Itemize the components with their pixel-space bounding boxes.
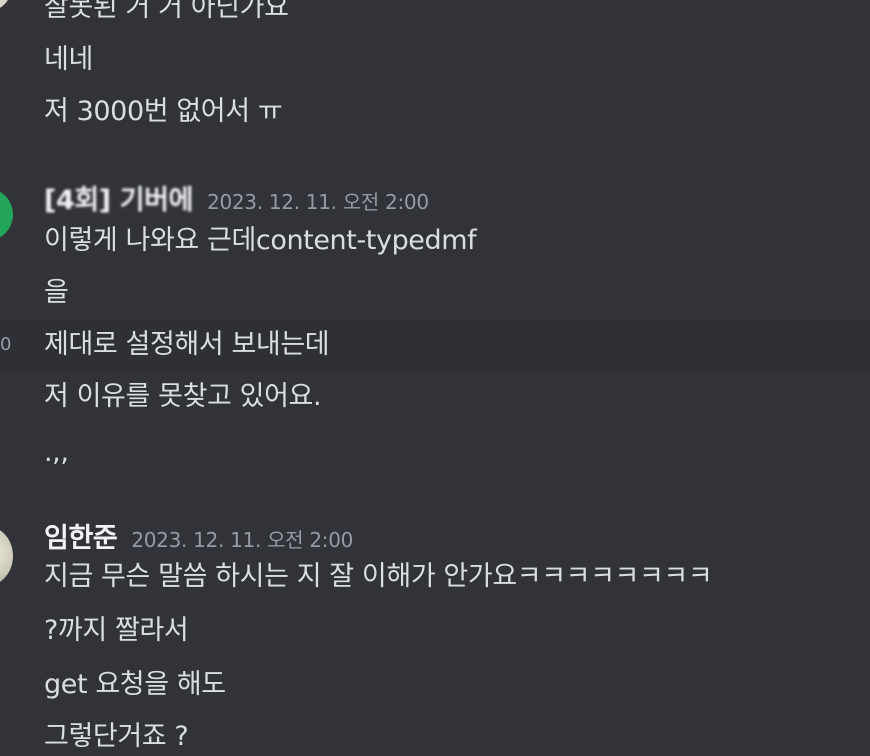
message-header: [4회] 기버에 2023. 12. 11. 오전 2:00: [44, 178, 429, 218]
message-timestamp[interactable]: 2023. 12. 11. 오전 2:00: [131, 528, 353, 552]
message-line[interactable]: ?까지 짤라서: [0, 604, 870, 656]
message-line[interactable]: 네네: [0, 34, 870, 86]
message-line[interactable]: 저 3000번 없어서 ㅠ: [0, 86, 870, 138]
hover-timestamp: 0: [0, 334, 12, 355]
message-list: 잘못된 거 거 아닌가요 네네 저 3000번 없어서 ㅠ [4회] 기버에 20…: [0, 0, 870, 756]
message-text: 지금 무슨 말씀 하시는 지 잘 이해가 안가요ㅋㅋㅋㅋㅋㅋㅋㅋ: [44, 561, 713, 592]
message-text: 이렇게 나와요 근데content-typedmf: [44, 225, 477, 256]
message-text: 그렇단거죠 ?: [44, 721, 189, 752]
message-text: 네네: [44, 44, 93, 75]
author-name[interactable]: 임한준: [44, 523, 118, 554]
message-line[interactable]: 잘못된 거 거 아닌가요: [0, 0, 870, 34]
message-line[interactable]: .,,: [0, 424, 870, 476]
message-text: 을: [44, 277, 69, 308]
message-header: 임한준 2023. 12. 11. 오전 2:00: [44, 516, 353, 556]
message-text: 저 3000번 없어서 ㅠ: [44, 96, 283, 127]
message-line[interactable]: 이렇게 나와요 근데content-typedmf: [0, 216, 870, 268]
message-line[interactable]: 저 이유를 못찾고 있어요.: [0, 372, 870, 424]
message-line[interactable]: 을: [0, 268, 870, 320]
message-line-hovered[interactable]: 0 제대로 설정해서 보내는데: [0, 320, 870, 372]
message-line[interactable]: get 요청을 해도: [0, 658, 870, 710]
message-text: 제대로 설정해서 보내는데: [44, 329, 330, 360]
author-name[interactable]: [4회] 기버에: [44, 185, 193, 216]
message-text: 저 이유를 못찾고 있어요.: [44, 381, 322, 412]
message-text: ?까지 짤라서: [44, 615, 189, 646]
message-line[interactable]: 그렇단거죠 ?: [0, 710, 870, 756]
message-text: .,,: [44, 437, 69, 468]
message-timestamp[interactable]: 2023. 12. 11. 오전 2:00: [207, 190, 429, 214]
message-text: get 요청을 해도: [44, 669, 226, 700]
message-text: 잘못된 거 거 아닌가요: [44, 0, 289, 23]
message-line[interactable]: 지금 무슨 말씀 하시는 지 잘 이해가 안가요ㅋㅋㅋㅋㅋㅋㅋㅋ: [0, 552, 870, 604]
